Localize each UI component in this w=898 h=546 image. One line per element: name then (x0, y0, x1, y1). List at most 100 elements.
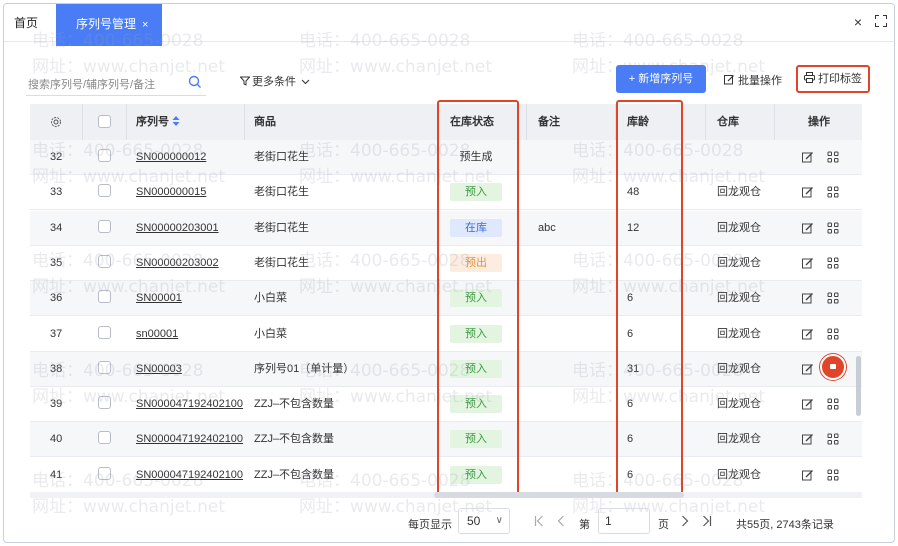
header-ops: 操作 (808, 116, 830, 128)
chevron-down-icon: ∨ (495, 515, 503, 526)
warehouse-value: 回龙观仓 (717, 256, 761, 269)
row-checkbox[interactable] (98, 219, 111, 233)
row-checkbox[interactable] (98, 184, 111, 198)
next-page-icon[interactable] (681, 515, 689, 527)
edit-icon[interactable] (802, 433, 814, 445)
header-serial[interactable]: 序列号 (136, 104, 180, 140)
tab-close-icon[interactable]: × (142, 19, 148, 31)
warehouse-value: 回龙观仓 (717, 186, 761, 199)
serial-link[interactable]: SN000000015 (136, 175, 206, 210)
serial-link[interactable]: SN000000012 (136, 140, 206, 175)
serial-link[interactable]: SN00003 (136, 352, 182, 387)
product-name: 小白菜 (254, 327, 287, 340)
window-close-icon[interactable]: × (850, 14, 866, 30)
product-name: 小白菜 (254, 292, 287, 305)
qr-code-icon[interactable] (827, 328, 839, 340)
page-prefix-label: 第 (579, 519, 590, 531)
edit-icon[interactable] (802, 222, 814, 234)
status-column-highlight (437, 100, 519, 496)
first-page-icon[interactable] (534, 515, 544, 527)
add-serial-button[interactable]: + 新增序列号 (616, 65, 706, 93)
serial-link[interactable]: SN00000203001 (136, 211, 219, 246)
serial-link[interactable]: SN000047192402100 (136, 387, 243, 422)
column-settings-icon[interactable] (50, 116, 62, 128)
row-index: 34 (50, 221, 63, 234)
edit-icon[interactable] (802, 398, 814, 410)
warehouse-value: 回龙观仓 (717, 468, 761, 481)
prev-page-icon[interactable] (557, 515, 565, 527)
edit-icon[interactable] (802, 186, 814, 198)
serial-link[interactable]: SN00001 (136, 281, 182, 316)
tab-serial-management[interactable]: 序列号管理 × (56, 4, 162, 46)
row-checkbox[interactable] (98, 149, 111, 162)
row-index: 40 (50, 433, 63, 446)
per-page-select[interactable]: 50 ∨ (458, 508, 510, 534)
edit-icon[interactable] (802, 151, 814, 163)
qr-code-icon[interactable] (827, 257, 839, 269)
header-product: 商品 (254, 116, 276, 128)
product-name: 老街口花生 (254, 221, 309, 234)
row-checkbox[interactable] (98, 431, 111, 445)
search-icon[interactable] (188, 75, 202, 89)
page-number-input[interactable]: 1 (598, 508, 650, 534)
row-index: 36 (50, 292, 63, 305)
serial-link[interactable]: sn00001 (136, 317, 178, 352)
row-checkbox[interactable] (98, 325, 111, 339)
sort-icon[interactable] (172, 116, 180, 126)
search-input[interactable]: 搜索序列号/辅序列号/备注 (26, 70, 206, 96)
select-all-checkbox[interactable] (98, 115, 111, 128)
header-warehouse: 仓库 (717, 116, 739, 128)
app-window: 首页 序列号管理 × × 电话：400-665-0028 网址：www.chanj… (3, 3, 895, 543)
warehouse-value: 回龙观仓 (717, 362, 761, 375)
edit-icon[interactable] (802, 469, 814, 481)
serial-link[interactable]: SN000047192402100 (136, 458, 243, 493)
per-page-label: 每页显示 (408, 519, 452, 531)
chevron-down-icon (301, 79, 310, 85)
row-checkbox[interactable] (98, 396, 111, 410)
edit-icon[interactable] (802, 257, 814, 269)
row-index: 33 (50, 186, 63, 199)
batch-operation-button[interactable]: 批量操作 (724, 72, 782, 88)
row-checkbox[interactable] (98, 466, 111, 480)
warehouse-value: 回龙观仓 (717, 292, 761, 305)
qr-code-icon[interactable] (827, 398, 839, 410)
vertical-scrollbar[interactable] (856, 356, 861, 416)
fullscreen-icon[interactable] (875, 15, 887, 27)
horizontal-scrollbar-thumb[interactable] (434, 492, 684, 498)
product-name: ZZJ–不包含数量 (254, 398, 335, 411)
row-checkbox[interactable] (98, 290, 111, 304)
note-value: abc (538, 221, 556, 234)
row-index: 32 (50, 151, 63, 163)
row-checkbox[interactable] (98, 360, 111, 374)
floating-action-icon[interactable] (820, 354, 846, 380)
qr-code-icon[interactable] (827, 222, 839, 234)
serial-link[interactable]: SN00000203002 (136, 246, 219, 281)
qr-code-icon[interactable] (827, 186, 839, 198)
warehouse-value: 回龙观仓 (717, 433, 761, 446)
more-filter-label: 更多条件 (252, 76, 296, 88)
qr-code-icon[interactable] (827, 292, 839, 304)
per-page-value: 50 (467, 514, 481, 528)
page-suffix-label: 页 (658, 519, 669, 531)
search-placeholder: 搜索序列号/辅序列号/备注 (28, 79, 156, 91)
edit-icon[interactable] (802, 328, 814, 340)
batch-label: 批量操作 (738, 75, 782, 87)
row-index: 39 (50, 398, 63, 411)
print-label-button[interactable]: 打印标签 (796, 65, 870, 93)
qr-code-icon[interactable] (827, 433, 839, 445)
age-column-highlight (616, 100, 683, 496)
qr-code-icon[interactable] (827, 469, 839, 481)
last-page-icon[interactable] (702, 515, 712, 527)
header-note: 备注 (538, 116, 560, 128)
more-filter-button[interactable]: 更多条件 (239, 73, 310, 89)
tab-home[interactable]: 首页 (4, 4, 54, 42)
tab-bar: 首页 序列号管理 × × (4, 4, 894, 46)
serial-link[interactable]: SN000047192402100 (136, 422, 243, 457)
filter-icon (239, 76, 251, 86)
product-name: 老街口花生 (254, 186, 309, 199)
edit-icon[interactable] (802, 292, 814, 304)
edit-icon[interactable] (802, 363, 814, 375)
product-name: 老街口花生 (254, 256, 309, 269)
row-checkbox[interactable] (98, 254, 111, 268)
qr-code-icon[interactable] (827, 151, 839, 163)
